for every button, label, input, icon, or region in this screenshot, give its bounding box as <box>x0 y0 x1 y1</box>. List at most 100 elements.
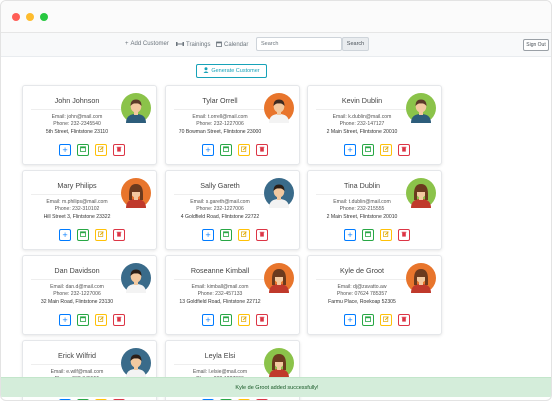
edit-button[interactable] <box>380 229 392 241</box>
customer-phone: Phone: 232-147127 <box>339 121 385 127</box>
delete-button[interactable] <box>113 314 125 326</box>
customer-card: Roseanne Kimball Email: kimball@mail.com P… <box>165 255 300 335</box>
customer-email: Email: dan.d@mail.com <box>50 284 104 290</box>
add-customer-label: Add Customer <box>130 41 169 47</box>
card-actions: + <box>202 229 268 241</box>
divider <box>31 194 123 195</box>
add-training-button[interactable]: + <box>59 144 71 156</box>
calendar-button[interactable] <box>77 314 89 326</box>
edit-button[interactable] <box>95 314 107 326</box>
calendar-button[interactable] <box>362 144 374 156</box>
plus-icon: + <box>62 146 68 154</box>
edit-button[interactable] <box>238 144 250 156</box>
calendar-icon <box>365 146 371 154</box>
window-maximize-button[interactable] <box>40 13 48 21</box>
calendar-button[interactable] <box>220 144 232 156</box>
delete-button[interactable] <box>113 229 125 241</box>
search-input[interactable] <box>256 37 342 51</box>
card-actions: + <box>59 229 125 241</box>
customer-phone: Phone: 07624 785357 <box>336 291 388 297</box>
customer-phone: Phone: 232-310102 <box>54 206 100 212</box>
trash-icon <box>401 231 407 239</box>
edit-button[interactable] <box>380 314 392 326</box>
customer-phone: Phone: 232-1227006 <box>196 206 244 212</box>
customer-email: Email: e.wilf@mail.com <box>50 369 104 375</box>
calendar-icon <box>216 41 222 49</box>
divider <box>174 364 266 365</box>
customer-email: Email: l.elsie@mail.com <box>192 369 248 375</box>
edit-icon <box>241 316 247 324</box>
edit-button[interactable] <box>95 229 107 241</box>
plus-icon: + <box>347 146 353 154</box>
delete-button[interactable] <box>256 229 268 241</box>
edit-button[interactable] <box>95 144 107 156</box>
customer-name: Sally Gareth <box>200 181 240 190</box>
divider <box>174 109 266 110</box>
calendar-button[interactable] <box>220 229 232 241</box>
edit-button[interactable] <box>238 314 250 326</box>
calendar-button[interactable] <box>77 229 89 241</box>
trash-icon <box>116 231 122 239</box>
card-actions: + <box>202 314 268 326</box>
add-training-button[interactable]: + <box>59 314 71 326</box>
calendar-label: Calendar <box>224 42 249 48</box>
calendar-button[interactable] <box>77 144 89 156</box>
delete-button[interactable] <box>113 144 125 156</box>
customer-address: 70 Bowman Street, Flintstone 23000 <box>178 129 262 135</box>
customer-address: 13 Goldfield Road, Flintstone 22712 <box>179 299 261 305</box>
edit-button[interactable] <box>380 144 392 156</box>
sign-out-button[interactable]: Sign Out <box>523 39 549 51</box>
calendar-button[interactable] <box>362 229 374 241</box>
title-bar <box>1 1 551 33</box>
delete-button[interactable] <box>256 144 268 156</box>
trash-icon <box>116 316 122 324</box>
delete-button[interactable] <box>398 144 410 156</box>
trainings-label: Trainings <box>186 42 211 48</box>
customer-address: 32 Main Road, Flintstone 23130 <box>40 299 114 305</box>
delete-button[interactable] <box>256 314 268 326</box>
calendar-icon <box>80 231 86 239</box>
divider <box>316 279 408 280</box>
customer-name: Roseanne Kimball <box>190 266 250 275</box>
customer-name: Kyle de Groot <box>340 266 384 275</box>
customer-email: Email: s.gareth@mail.com <box>190 199 250 205</box>
calendar-button[interactable] <box>362 314 374 326</box>
trash-icon <box>401 316 407 324</box>
add-training-button[interactable]: + <box>344 314 356 326</box>
divider <box>316 109 408 110</box>
add-training-button[interactable]: + <box>202 144 214 156</box>
customer-phone: Phone: 232-1227006 <box>196 121 244 127</box>
customer-phone: Phone: 232-1227006 <box>53 291 101 297</box>
app-window: + Add Customer Trainings Calendar Search… <box>0 0 552 401</box>
card-actions: + <box>344 144 410 156</box>
edit-icon <box>383 316 389 324</box>
add-training-button[interactable]: + <box>202 314 214 326</box>
delete-button[interactable] <box>398 229 410 241</box>
window-close-button[interactable] <box>12 13 20 21</box>
add-training-button[interactable]: + <box>344 144 356 156</box>
calendar-link[interactable]: Calendar <box>216 41 248 49</box>
edit-button[interactable] <box>238 229 250 241</box>
search-button[interactable]: Search <box>342 37 369 51</box>
customer-card: Kyle de Groot Email: dj@zavatto.aw Phone: … <box>307 255 442 335</box>
customer-address: 5th Street, Flintstone 23110 <box>45 129 109 135</box>
add-customer-link[interactable]: + Add Customer <box>125 41 169 47</box>
customer-email: Email: k.dublin@mail.com <box>332 114 392 120</box>
customer-phone: Phone: 232-2345540 <box>53 121 101 127</box>
trainings-link[interactable]: Trainings <box>176 41 210 49</box>
generate-customer-button[interactable]: Generate Customer <box>196 64 267 78</box>
customer-address: Farmu Place, Roekoap 52305 <box>328 299 396 305</box>
plus-icon: + <box>205 316 211 324</box>
calendar-button[interactable] <box>220 314 232 326</box>
add-training-button[interactable]: + <box>202 229 214 241</box>
divider <box>316 194 408 195</box>
customer-name: Tina Dublin <box>343 181 381 190</box>
add-training-button[interactable]: + <box>344 229 356 241</box>
window-minimize-button[interactable] <box>26 13 34 21</box>
delete-button[interactable] <box>398 314 410 326</box>
trash-icon <box>259 316 265 324</box>
customer-address: Hill Street 3, Flintstone 23322 <box>43 214 111 220</box>
customer-email: Email: john@mail.com <box>51 114 103 120</box>
card-actions: + <box>344 314 410 326</box>
add-training-button[interactable]: + <box>59 229 71 241</box>
